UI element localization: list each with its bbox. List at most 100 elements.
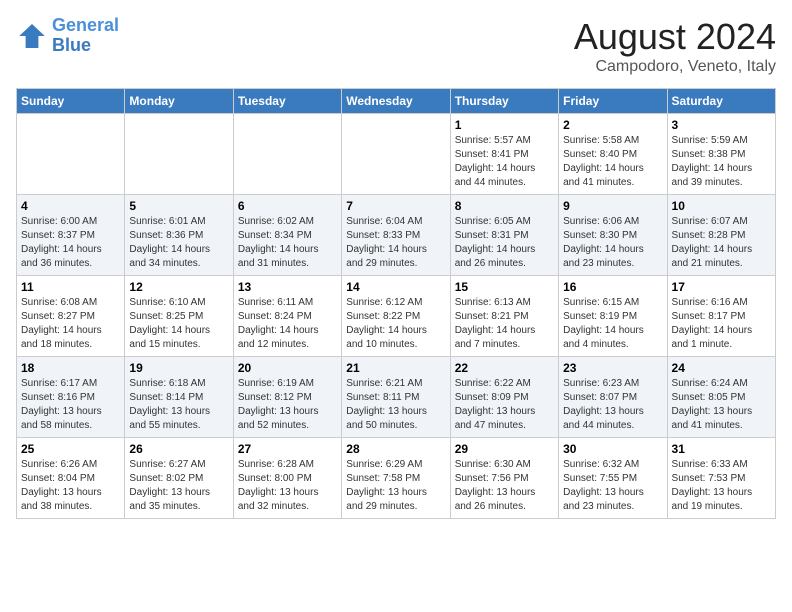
day-number: 27 <box>238 442 337 456</box>
day-info: Sunrise: 6:00 AM Sunset: 8:37 PM Dayligh… <box>21 215 120 271</box>
calendar-week-row: 4 Sunrise: 6:00 AM Sunset: 8:37 PM Daylig… <box>17 195 776 276</box>
subtitle: Campodoro, Veneto, Italy <box>574 58 776 76</box>
weekday-header-row: SundayMondayTuesdayWednesdayThursdayFrid… <box>17 89 776 114</box>
calendar-cell: 15 Sunrise: 6:13 AM Sunset: 8:21 PM Dayli… <box>450 276 558 357</box>
calendar-cell: 12Sunrise: 6:10 AM Sunset: 8:25 PM Dayli… <box>125 276 233 357</box>
logo-icon <box>16 20 48 52</box>
day-info: Sunrise: 6:04 AM Sunset: 8:33 PM Dayligh… <box>346 215 445 271</box>
day-number: 15 <box>455 280 554 294</box>
day-number: 31 <box>672 442 771 456</box>
day-number: 14 <box>346 280 445 294</box>
calendar-cell: 23Sunrise: 6:23 AM Sunset: 8:07 PM Dayli… <box>559 357 667 438</box>
calendar-week-row: 1 Sunrise: 5:57 AM Sunset: 8:41 PM Daylig… <box>17 114 776 195</box>
weekday-header: Friday <box>559 89 667 114</box>
calendar-cell: 1 Sunrise: 5:57 AM Sunset: 8:41 PM Daylig… <box>450 114 558 195</box>
day-number: 4 <box>21 199 120 213</box>
calendar-cell: 21 Sunrise: 6:21 AM Sunset: 8:11 PM Dayli… <box>342 357 450 438</box>
calendar-cell: 30Sunrise: 6:32 AM Sunset: 7:55 PM Dayli… <box>559 438 667 519</box>
day-number: 24 <box>672 361 771 375</box>
day-info: Sunrise: 6:23 AM Sunset: 8:07 PM Dayligh… <box>563 377 662 433</box>
day-number: 20 <box>238 361 337 375</box>
day-number: 1 <box>455 118 554 132</box>
calendar-cell: 5 Sunrise: 6:01 AM Sunset: 8:36 PM Daylig… <box>125 195 233 276</box>
calendar-cell: 13Sunrise: 6:11 AM Sunset: 8:24 PM Dayli… <box>233 276 341 357</box>
day-info: Sunrise: 6:30 AM Sunset: 7:56 PM Dayligh… <box>455 458 554 514</box>
day-info: Sunrise: 6:22 AM Sunset: 8:09 PM Dayligh… <box>455 377 554 433</box>
weekday-header: Wednesday <box>342 89 450 114</box>
day-info: Sunrise: 5:58 AM Sunset: 8:40 PM Dayligh… <box>563 134 662 190</box>
day-info: Sunrise: 6:06 AM Sunset: 8:30 PM Dayligh… <box>563 215 662 271</box>
day-number: 17 <box>672 280 771 294</box>
day-info: Sunrise: 6:08 AM Sunset: 8:27 PM Dayligh… <box>21 296 120 352</box>
calendar-cell: 22 Sunrise: 6:22 AM Sunset: 8:09 PM Dayli… <box>450 357 558 438</box>
calendar-cell: 25 Sunrise: 6:26 AM Sunset: 8:04 PM Dayli… <box>17 438 125 519</box>
day-info: Sunrise: 6:11 AM Sunset: 8:24 PM Dayligh… <box>238 296 337 352</box>
calendar-cell: 31 Sunrise: 6:33 AM Sunset: 7:53 PM Dayli… <box>667 438 775 519</box>
calendar-table: SundayMondayTuesdayWednesdayThursdayFrid… <box>16 88 776 519</box>
calendar-cell: 4 Sunrise: 6:00 AM Sunset: 8:37 PM Daylig… <box>17 195 125 276</box>
calendar-cell: 26Sunrise: 6:27 AM Sunset: 8:02 PM Dayli… <box>125 438 233 519</box>
day-info: Sunrise: 6:13 AM Sunset: 8:21 PM Dayligh… <box>455 296 554 352</box>
day-info: Sunrise: 6:28 AM Sunset: 8:00 PM Dayligh… <box>238 458 337 514</box>
calendar-cell: 19Sunrise: 6:18 AM Sunset: 8:14 PM Dayli… <box>125 357 233 438</box>
day-number: 29 <box>455 442 554 456</box>
day-info: Sunrise: 6:21 AM Sunset: 8:11 PM Dayligh… <box>346 377 445 433</box>
day-number: 19 <box>129 361 228 375</box>
day-info: Sunrise: 6:29 AM Sunset: 7:58 PM Dayligh… <box>346 458 445 514</box>
calendar-week-row: 25 Sunrise: 6:26 AM Sunset: 8:04 PM Dayli… <box>17 438 776 519</box>
day-number: 28 <box>346 442 445 456</box>
main-title: August 2024 <box>574 16 776 58</box>
day-number: 11 <box>21 280 120 294</box>
day-number: 16 <box>563 280 662 294</box>
title-area: August 2024 Campodoro, Veneto, Italy <box>574 16 776 76</box>
weekday-header: Tuesday <box>233 89 341 114</box>
calendar-cell: 14 Sunrise: 6:12 AM Sunset: 8:22 PM Dayli… <box>342 276 450 357</box>
calendar-cell: 16 Sunrise: 6:15 AM Sunset: 8:19 PM Dayli… <box>559 276 667 357</box>
calendar-cell: 2Sunrise: 5:58 AM Sunset: 8:40 PM Daylig… <box>559 114 667 195</box>
weekday-header: Monday <box>125 89 233 114</box>
day-info: Sunrise: 6:15 AM Sunset: 8:19 PM Dayligh… <box>563 296 662 352</box>
day-number: 25 <box>21 442 120 456</box>
weekday-header: Saturday <box>667 89 775 114</box>
day-number: 10 <box>672 199 771 213</box>
day-info: Sunrise: 6:26 AM Sunset: 8:04 PM Dayligh… <box>21 458 120 514</box>
calendar-cell <box>342 114 450 195</box>
day-number: 7 <box>346 199 445 213</box>
logo-line1: General <box>52 15 119 35</box>
calendar-cell: 29 Sunrise: 6:30 AM Sunset: 7:56 PM Dayli… <box>450 438 558 519</box>
calendar-cell: 8 Sunrise: 6:05 AM Sunset: 8:31 PM Daylig… <box>450 195 558 276</box>
logo-text: General Blue <box>52 16 119 56</box>
day-number: 18 <box>21 361 120 375</box>
calendar-week-row: 11 Sunrise: 6:08 AM Sunset: 8:27 PM Dayli… <box>17 276 776 357</box>
day-info: Sunrise: 6:27 AM Sunset: 8:02 PM Dayligh… <box>129 458 228 514</box>
day-info: Sunrise: 6:12 AM Sunset: 8:22 PM Dayligh… <box>346 296 445 352</box>
calendar-cell <box>233 114 341 195</box>
day-info: Sunrise: 6:33 AM Sunset: 7:53 PM Dayligh… <box>672 458 771 514</box>
day-info: Sunrise: 6:05 AM Sunset: 8:31 PM Dayligh… <box>455 215 554 271</box>
day-info: Sunrise: 5:57 AM Sunset: 8:41 PM Dayligh… <box>455 134 554 190</box>
calendar-cell: 7 Sunrise: 6:04 AM Sunset: 8:33 PM Daylig… <box>342 195 450 276</box>
day-info: Sunrise: 6:19 AM Sunset: 8:12 PM Dayligh… <box>238 377 337 433</box>
weekday-header: Thursday <box>450 89 558 114</box>
calendar-cell: 20 Sunrise: 6:19 AM Sunset: 8:12 PM Dayli… <box>233 357 341 438</box>
logo: General Blue <box>16 16 119 56</box>
calendar-week-row: 18Sunrise: 6:17 AM Sunset: 8:16 PM Dayli… <box>17 357 776 438</box>
header: General Blue August 2024 Campodoro, Vene… <box>16 16 776 76</box>
day-number: 6 <box>238 199 337 213</box>
calendar-cell <box>17 114 125 195</box>
calendar-cell: 3Sunrise: 5:59 AM Sunset: 8:38 PM Daylig… <box>667 114 775 195</box>
calendar-cell: 17 Sunrise: 6:16 AM Sunset: 8:17 PM Dayli… <box>667 276 775 357</box>
day-number: 5 <box>129 199 228 213</box>
day-number: 12 <box>129 280 228 294</box>
weekday-header: Sunday <box>17 89 125 114</box>
day-info: Sunrise: 6:02 AM Sunset: 8:34 PM Dayligh… <box>238 215 337 271</box>
calendar-cell: 28 Sunrise: 6:29 AM Sunset: 7:58 PM Dayli… <box>342 438 450 519</box>
calendar-cell: 27 Sunrise: 6:28 AM Sunset: 8:00 PM Dayli… <box>233 438 341 519</box>
day-info: Sunrise: 6:16 AM Sunset: 8:17 PM Dayligh… <box>672 296 771 352</box>
calendar-cell <box>125 114 233 195</box>
day-number: 21 <box>346 361 445 375</box>
day-number: 8 <box>455 199 554 213</box>
day-number: 22 <box>455 361 554 375</box>
day-info: Sunrise: 6:01 AM Sunset: 8:36 PM Dayligh… <box>129 215 228 271</box>
day-info: Sunrise: 6:24 AM Sunset: 8:05 PM Dayligh… <box>672 377 771 433</box>
